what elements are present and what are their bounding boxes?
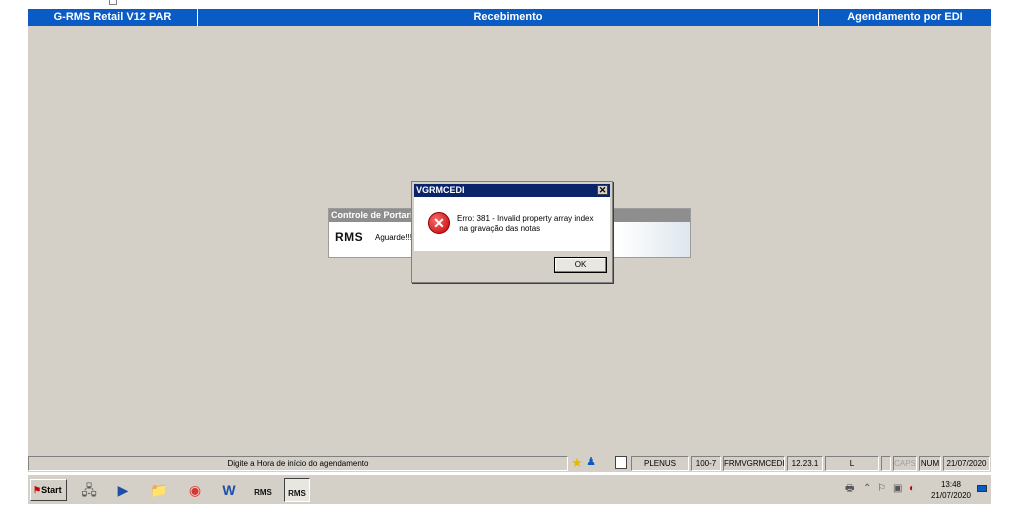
error-dialog: VGRMCEDI ✕ ✕ Erro: 381 - Invalid propert… <box>411 181 613 283</box>
clock-date: 21/07/2020 <box>930 491 972 500</box>
module-name: Recebimento <box>198 9 819 26</box>
status-caps: CAPS <box>893 456 917 471</box>
start-button[interactable]: ⚑Start <box>30 479 67 501</box>
ok-button[interactable]: OK <box>554 257 607 273</box>
printer-icon[interactable]: 🖶 <box>845 483 854 495</box>
status-blank <box>881 456 891 471</box>
rms-app-active-label: RMS <box>288 489 306 498</box>
rms-app-label: RMS <box>254 488 272 497</box>
error-message: Erro: 381 - Invalid property array index… <box>457 214 594 233</box>
status-mode: L <box>825 456 879 471</box>
word-icon[interactable]: W <box>216 478 242 502</box>
error-x-icon: ✕ <box>428 212 450 234</box>
clipboard-icon[interactable] <box>615 456 627 469</box>
status-hint: Digite a Hora de início do agendamento <box>28 456 568 471</box>
workspace: Controle de Portaria RMS Aguarde!!! VGRM… <box>28 26 991 455</box>
window-corner-marker <box>109 0 117 5</box>
windows-flag-icon: ⚑ <box>33 485 42 495</box>
status-num: NUM <box>919 456 941 471</box>
wait-message: Aguarde!!! <box>375 233 412 242</box>
status-version: 12.23.1 <box>787 456 823 471</box>
dialog-body: ✕ Erro: 381 - Invalid property array ind… <box>414 197 610 251</box>
system-tray: 🖶 ⌃ ⚐ ▣ ◐ 13:48 21/07/2020 <box>841 478 975 502</box>
status-bar: Digite a Hora de início do agendamento ★… <box>28 455 991 472</box>
rms-app-icon[interactable]: RMS <box>250 478 276 502</box>
powershell-icon[interactable]: ▶ <box>110 478 136 502</box>
app-name: G-RMS Retail V12 PAR <box>28 9 198 26</box>
status-form: FRMVGRMCEDI <box>723 456 785 471</box>
screen-name: Agendamento por EDI <box>847 11 963 23</box>
taskbar: ⚑Start 🖧 ▶ 📁 ◉ W RMS RMS 🖶 ⌃ ⚐ ▣ ◐ 13:48… <box>28 474 991 504</box>
show-desktop-icon[interactable] <box>977 485 987 492</box>
chrome-icon[interactable]: ◉ <box>182 478 208 502</box>
close-button[interactable]: ✕ <box>597 185 608 195</box>
app-window: G-RMS Retail V12 PAR Recebimento Agendam… <box>28 9 991 472</box>
rms-logo: RMS <box>335 230 364 244</box>
chevron-up-icon[interactable]: ⌃ <box>863 483 871 495</box>
status-date: 21/07/2020 <box>943 456 990 471</box>
rms-app-icon-active[interactable]: RMS <box>284 478 310 502</box>
network-icon[interactable]: 🖧 <box>76 478 102 502</box>
status-user: PLENUS <box>631 456 689 471</box>
flag-icon[interactable]: ⚐ <box>877 483 886 495</box>
clock-time: 13:48 <box>940 480 962 489</box>
favorite-star-icon[interactable]: ★ <box>571 456 583 469</box>
status-icons: ★ ♟ <box>571 456 629 471</box>
title-bar: G-RMS Retail V12 PAR Recebimento Agendam… <box>28 9 991 26</box>
network-tray-icon[interactable]: ▣ <box>893 483 902 495</box>
file-explorer-icon[interactable]: 📁 <box>146 478 172 502</box>
dialog-title-text: VGRMCEDI <box>416 185 465 195</box>
start-label: Start <box>41 485 62 495</box>
status-branch: 100-7 <box>691 456 721 471</box>
volume-muted-icon[interactable]: ◐ <box>909 483 915 495</box>
clock[interactable]: 13:48 21/07/2020 <box>930 479 972 501</box>
dialog-title: VGRMCEDI ✕ <box>414 184 610 197</box>
user-network-icon[interactable]: ♟ <box>584 456 598 469</box>
